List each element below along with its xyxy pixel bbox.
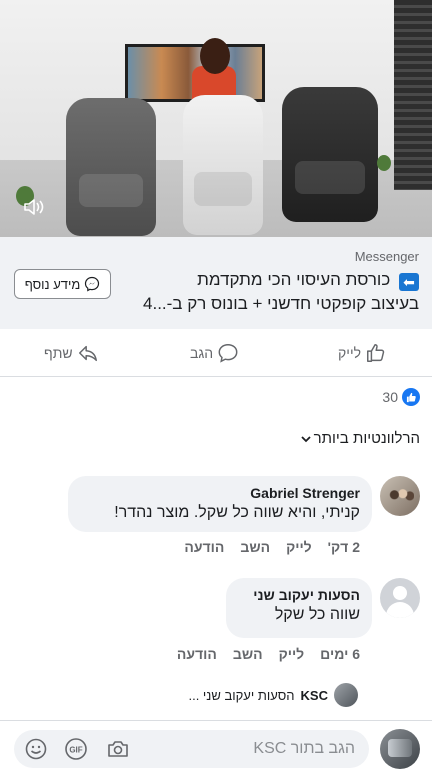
- like-label: לייק: [338, 345, 361, 361]
- comment-input[interactable]: הגב בתור KSC GIF: [14, 730, 369, 768]
- avatar: [380, 729, 420, 769]
- massage-chair-white: [183, 95, 263, 235]
- thumbs-up-icon: [367, 344, 385, 362]
- camera-icon[interactable]: [106, 737, 130, 761]
- comment-meta: 2 דק' לייק השב הודעה: [184, 539, 360, 555]
- comment-meta: 6 ימים לייק השב הודעה: [177, 646, 360, 662]
- comment-reply-button[interactable]: השב: [233, 646, 263, 662]
- comment-sort-dropdown[interactable]: הרלוונטיות ביותר: [300, 430, 420, 447]
- chevron-down-icon: [301, 435, 311, 442]
- ad-video[interactable]: [0, 0, 432, 237]
- comment-report-button[interactable]: הודעה: [177, 646, 217, 662]
- gif-icon[interactable]: GIF: [64, 737, 88, 761]
- post-actions-bar: לייק הגב שתף: [0, 330, 432, 377]
- reaction-count: 30: [382, 389, 398, 405]
- ad-headline-line1: כורסת העיסוי הכי מתקדמת: [197, 270, 391, 289]
- sort-label: הרלוונטיות ביותר: [313, 430, 420, 447]
- reply-preview[interactable]: KSC הסעות יעקוב שני ...: [188, 683, 358, 707]
- share-label: שתף: [44, 345, 73, 361]
- reply-snippet: הסעות יעקוב שני ...: [188, 687, 295, 703]
- sponsor-label: Messenger: [354, 249, 419, 264]
- learn-more-label: מידע נוסף: [24, 276, 81, 292]
- video-plant: [377, 155, 391, 171]
- avatar[interactable]: [380, 476, 420, 516]
- comment-composer: הגב בתור KSC GIF: [0, 720, 432, 775]
- ad-headline[interactable]: ⬅ כורסת העיסוי הכי מתקדמת בעיצוב קופקטי …: [119, 268, 419, 316]
- comment-text: קניתי, והיא שווה כל שקל. מוצר נהדר!: [114, 504, 360, 521]
- comment-label: הגב: [190, 345, 214, 361]
- speaker-muted-icon[interactable]: [23, 198, 45, 216]
- learn-more-button[interactable]: מידע נוסף: [14, 269, 111, 299]
- reaction-summary[interactable]: 30: [382, 388, 420, 406]
- emoji-icon[interactable]: [24, 737, 48, 761]
- massage-chair-black: [282, 87, 378, 222]
- comment-input-placeholder: הגב בתור KSC: [253, 740, 355, 757]
- comment-author[interactable]: Gabriel Strenger: [80, 484, 360, 502]
- messenger-icon: [85, 276, 100, 292]
- comment-like-button[interactable]: לייק: [279, 646, 305, 662]
- avatar: [334, 683, 358, 707]
- video-presenter-head: [200, 38, 230, 74]
- comment-like-button[interactable]: לייק: [286, 539, 312, 555]
- arrow-left-icon: ⬅: [399, 273, 419, 291]
- svg-text:GIF: GIF: [69, 746, 82, 755]
- comment-time[interactable]: 2 דק': [328, 539, 360, 555]
- comment-time[interactable]: 6 ימים: [320, 646, 360, 662]
- comment-text: שווה כל שקל: [274, 606, 360, 623]
- comment-report-button[interactable]: הודעה: [184, 539, 224, 555]
- like-reaction-icon: [402, 388, 420, 406]
- massage-chair-gray: [66, 98, 156, 236]
- share-arrow-icon: [78, 345, 97, 362]
- like-button[interactable]: לייק: [338, 341, 387, 365]
- ad-info-panel[interactable]: Messenger ⬅ כורסת העיסוי הכי מתקדמת בעיצ…: [0, 237, 432, 329]
- comment-button[interactable]: הגב: [190, 341, 239, 365]
- reply-author: KSC: [300, 687, 328, 703]
- comment-bubble: Gabriel Strenger קניתי, והיא שווה כל שקל…: [68, 476, 372, 532]
- ad-headline-line2: בעיצוב קופקטי חדשני + בונוס רק ב-...4: [143, 294, 419, 313]
- share-button[interactable]: שתף: [44, 341, 99, 365]
- comment-reply-button[interactable]: השב: [240, 539, 270, 555]
- video-door: [394, 0, 432, 190]
- default-avatar-icon[interactable]: [380, 578, 420, 618]
- comment-author[interactable]: הסעות יעקוב שני: [238, 586, 360, 604]
- comment-bubble-icon: [218, 344, 238, 363]
- comment-bubble: הסעות יעקוב שני שווה כל שקל: [226, 578, 372, 638]
